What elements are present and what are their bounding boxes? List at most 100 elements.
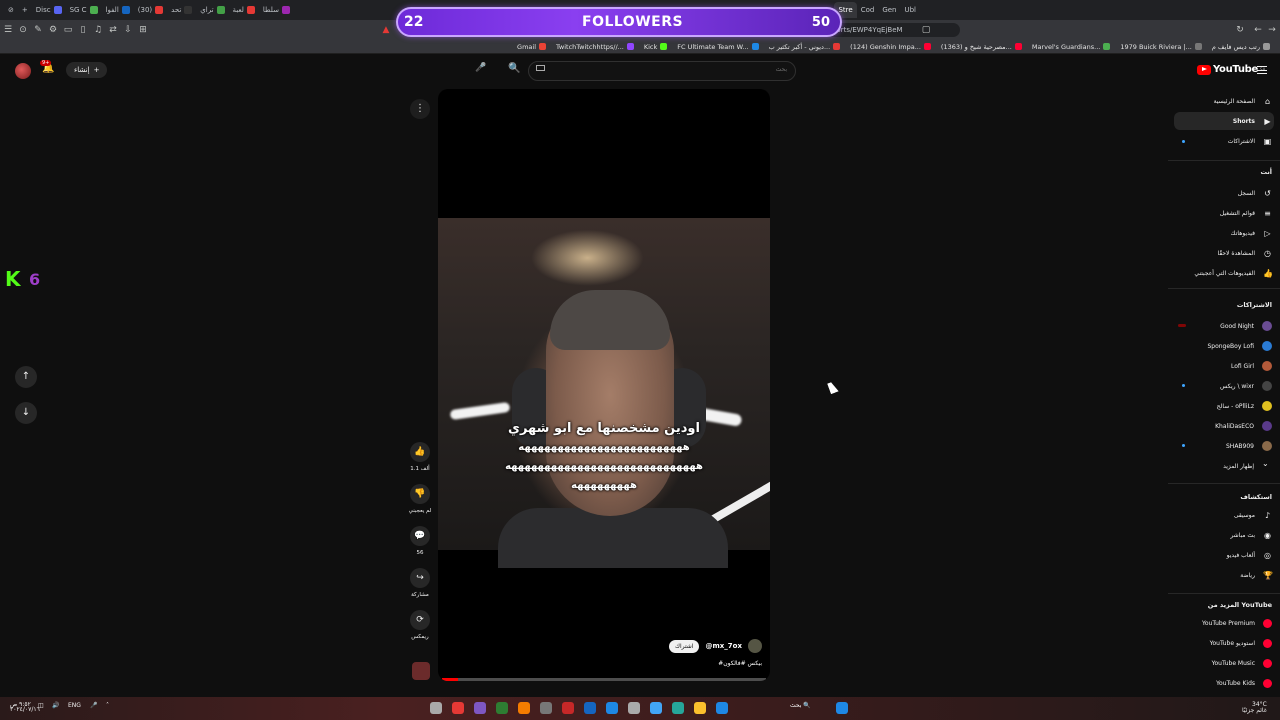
remix-icon[interactable]: ⟳ [410, 610, 430, 630]
dislike-icon[interactable]: 👎 [410, 484, 430, 504]
bookmark-item[interactable]: (1363) مصرحية شيخ و... [941, 43, 1022, 51]
sidebar-show-more[interactable]: إظهار المزيد ⌄ [1174, 457, 1274, 475]
chrome-app-icon[interactable] [452, 702, 464, 714]
tray-expand-icon[interactable]: ˄ [106, 702, 109, 709]
edit-icon[interactable]: ✎ [31, 23, 45, 37]
sidebar-subscriptions-header[interactable]: الاشتراكات [1174, 301, 1272, 309]
brave-app-icon[interactable] [562, 702, 574, 714]
spotify-app-icon[interactable] [672, 702, 684, 714]
browser-tab[interactable]: تراي [196, 2, 228, 18]
alert-icon[interactable]: ▲ [379, 23, 393, 37]
browser-tab[interactable]: SG C [66, 2, 102, 18]
bookmark-icon[interactable]: ▢ [919, 23, 933, 37]
mail-app-icon[interactable] [584, 702, 596, 714]
share-action[interactable]: ↪ مشاركة [406, 568, 434, 598]
bookmark-item[interactable]: Marvel's Guardians... [1032, 43, 1111, 51]
sidebar-item-shorts[interactable]: Shorts ▶ [1174, 112, 1274, 130]
sidebar-item-subscriptions[interactable]: الاشتراكات ▣ [1174, 132, 1274, 150]
sidebar-channel-item[interactable]: سالح - oPlliLz [1174, 397, 1274, 415]
browser-tab[interactable]: Ubl [900, 2, 920, 18]
search-input[interactable]: بحث [528, 61, 796, 81]
sidebar-explore-header[interactable]: استكشاف [1174, 493, 1272, 501]
edge-app-icon[interactable] [650, 702, 662, 714]
channel-avatar[interactable] [748, 639, 762, 653]
sidebar-item-playlists[interactable]: قوائم التشغيل ≡ [1174, 204, 1274, 222]
language-indicator[interactable]: ENG [68, 702, 81, 709]
browser-tab[interactable]: Disc [32, 2, 66, 18]
tab-search-icon[interactable]: ⊘ [4, 2, 18, 18]
keyboard-icon[interactable] [536, 65, 545, 71]
files-app-icon[interactable] [694, 702, 706, 714]
bookmark-item[interactable]: رتب ديس فايف م [1212, 43, 1270, 51]
download-icon[interactable]: ⇩ [121, 23, 135, 37]
obs-app-icon[interactable] [540, 702, 552, 714]
bookmark-item[interactable]: 1979 Buick Riviera |... [1120, 43, 1202, 51]
extension-icon[interactable]: ⊙ [16, 23, 30, 37]
music-icon[interactable]: ♫ [91, 23, 105, 37]
vscode-app-icon[interactable] [716, 702, 728, 714]
dislike-action[interactable]: 👎 لم يعجبني [406, 484, 434, 514]
sidebar-channel-item[interactable]: Lofi Girl [1174, 357, 1274, 375]
bookmark-item[interactable]: (124) Genshin Impa... [850, 43, 931, 51]
teams-app-icon[interactable] [606, 702, 618, 714]
bookmark-item[interactable]: ديوني - أكبر تكثير ب... [769, 43, 841, 51]
taskbar-search[interactable]: بحث 🔍 [790, 702, 811, 709]
video-hashtags[interactable]: #بيكس #فالكون [718, 660, 762, 667]
like-icon[interactable]: 👍 [410, 442, 430, 462]
start-button-icon[interactable] [836, 702, 848, 714]
share-icon[interactable]: ↪ [410, 568, 430, 588]
browser-tab[interactable]: تحد [167, 2, 196, 18]
sidebar-yt-app-item[interactable]: YouTube استوديو [1174, 634, 1274, 652]
youtube-logo[interactable]: YouTube SA [1197, 64, 1265, 75]
account-avatar[interactable] [15, 63, 31, 79]
sidebar-you-header[interactable]: أنت [1174, 168, 1272, 176]
voice-search-icon[interactable]: 🎤 [473, 63, 489, 79]
sidebar-yt-app-item[interactable]: YouTube Premium [1174, 614, 1274, 632]
reload-icon[interactable]: ↻ [1233, 23, 1247, 37]
sidebar-channel-item[interactable]: KhaliDasECO [1174, 417, 1274, 435]
bookmark-item[interactable]: Gmail [517, 43, 547, 51]
remix-action[interactable]: ⟳ ريمكس [406, 610, 434, 640]
sidebar-yt-app-item[interactable]: YouTube Kids [1174, 674, 1274, 692]
sidebar-item-history[interactable]: السجل ↺ [1174, 184, 1274, 202]
sidebar-yt-app-item[interactable]: YouTube Music [1174, 654, 1274, 672]
weather-widget[interactable]: 34°C غائم جزئيًا [1242, 702, 1267, 714]
settings-icon[interactable]: ⚙ [46, 23, 60, 37]
sidebar-item-music[interactable]: موسيقى ♪ [1174, 506, 1274, 524]
bookmark-item[interactable]: Kick [644, 43, 668, 51]
comment-action[interactable]: 💬 56 [406, 526, 434, 556]
clock[interactable]: ٩:٥٢ ص ٢٠٢٤/٠٧/١٦ [10, 702, 40, 713]
forward-icon[interactable]: → [1265, 23, 1279, 37]
sidebar-channel-item[interactable]: Good Night [1174, 317, 1274, 335]
sidebar-item-live[interactable]: بث مباشر ◉ [1174, 526, 1274, 544]
browser-tab[interactable]: (30) [134, 2, 167, 18]
guide-menu-icon[interactable] [1257, 66, 1267, 74]
bookmark-item[interactable]: FC Ultimate Team W... [677, 43, 759, 51]
like-action[interactable]: 👍 1.1 ألف [406, 442, 434, 472]
comment-icon[interactable]: 💬 [410, 526, 430, 546]
shorts-player[interactable]: اودين مشخصنها مع ابو شهري هههههههههههههه… [438, 89, 770, 681]
bookmark-item[interactable]: TwitchTwitchhttps//... [556, 43, 634, 51]
puzzle-icon[interactable]: ⊞ [136, 23, 150, 37]
notification-tray-icon[interactable]: ◫ [38, 702, 44, 709]
browser-tab[interactable]: Cod [857, 2, 879, 18]
search-icon[interactable]: 🔍 [508, 63, 520, 74]
translate-icon[interactable]: ⇄ [106, 23, 120, 37]
new-tab-button[interactable]: + [18, 2, 32, 18]
more-options-icon[interactable]: ⋮ [410, 99, 430, 119]
next-short-button[interactable]: ↓ [15, 402, 37, 424]
channel-name[interactable]: @mx_7ox [705, 642, 742, 650]
steam-app-icon[interactable] [628, 702, 640, 714]
browser-tab[interactable]: لعبة [229, 2, 259, 18]
sound-thumbnail[interactable] [412, 662, 430, 680]
sidebar-item-sports[interactable]: رياضة 🏆 [1174, 566, 1274, 584]
back-icon[interactable]: ← [1251, 23, 1265, 37]
subscribe-button[interactable]: اشتراك [669, 639, 700, 653]
photos-app-icon[interactable] [474, 702, 486, 714]
sidebar-item-watch-later[interactable]: المشاهدة لاحقًا ◷ [1174, 244, 1274, 262]
create-button[interactable]: إنشاء + [66, 62, 108, 78]
screenshot-icon[interactable]: ▭ [61, 23, 75, 37]
menu-icon[interactable]: ☰ [1, 23, 15, 37]
mic-tray-icon[interactable]: 🎤 [90, 702, 97, 709]
settings-app-icon[interactable] [430, 702, 442, 714]
